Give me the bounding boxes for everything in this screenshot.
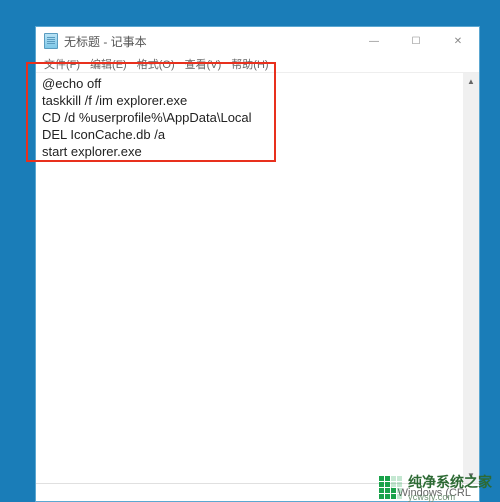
window-title: 无标题 - 记事本 — [64, 33, 147, 50]
window-controls: — ☐ ✕ — [353, 27, 479, 55]
titlebar: 无标题 - 记事本 — ☐ ✕ — [36, 27, 479, 55]
scroll-up-icon[interactable]: ▲ — [463, 73, 479, 89]
menubar: 文件(F) 编辑(E) 格式(O) 查看(V) 帮助(H) — [36, 55, 479, 73]
scrollbar-track[interactable] — [463, 89, 479, 467]
text-editor[interactable]: @echo off taskkill /f /im explorer.exe C… — [36, 73, 479, 483]
minimize-button[interactable]: — — [353, 27, 395, 55]
menu-help[interactable]: 帮助(H) — [227, 56, 272, 72]
content-area: @echo off taskkill /f /im explorer.exe C… — [36, 73, 479, 483]
close-button[interactable]: ✕ — [437, 27, 479, 55]
watermark-logo-icon — [379, 476, 402, 499]
menu-format[interactable]: 格式(O) — [133, 56, 179, 72]
watermark-url: ycwsjy.com — [408, 492, 492, 502]
watermark-title: 纯净系统之家 — [408, 472, 492, 492]
menu-view[interactable]: 查看(V) — [181, 56, 226, 72]
notepad-window: 无标题 - 记事本 — ☐ ✕ 文件(F) 编辑(E) 格式(O) 查看(V) … — [35, 26, 480, 502]
maximize-button[interactable]: ☐ — [395, 27, 437, 55]
menu-file[interactable]: 文件(F) — [40, 56, 84, 72]
watermark: 纯净系统之家 ycwsjy.com — [379, 472, 492, 502]
vertical-scrollbar[interactable]: ▲ ▼ — [463, 73, 479, 483]
menu-edit[interactable]: 编辑(E) — [86, 56, 131, 72]
notepad-icon — [44, 33, 58, 49]
